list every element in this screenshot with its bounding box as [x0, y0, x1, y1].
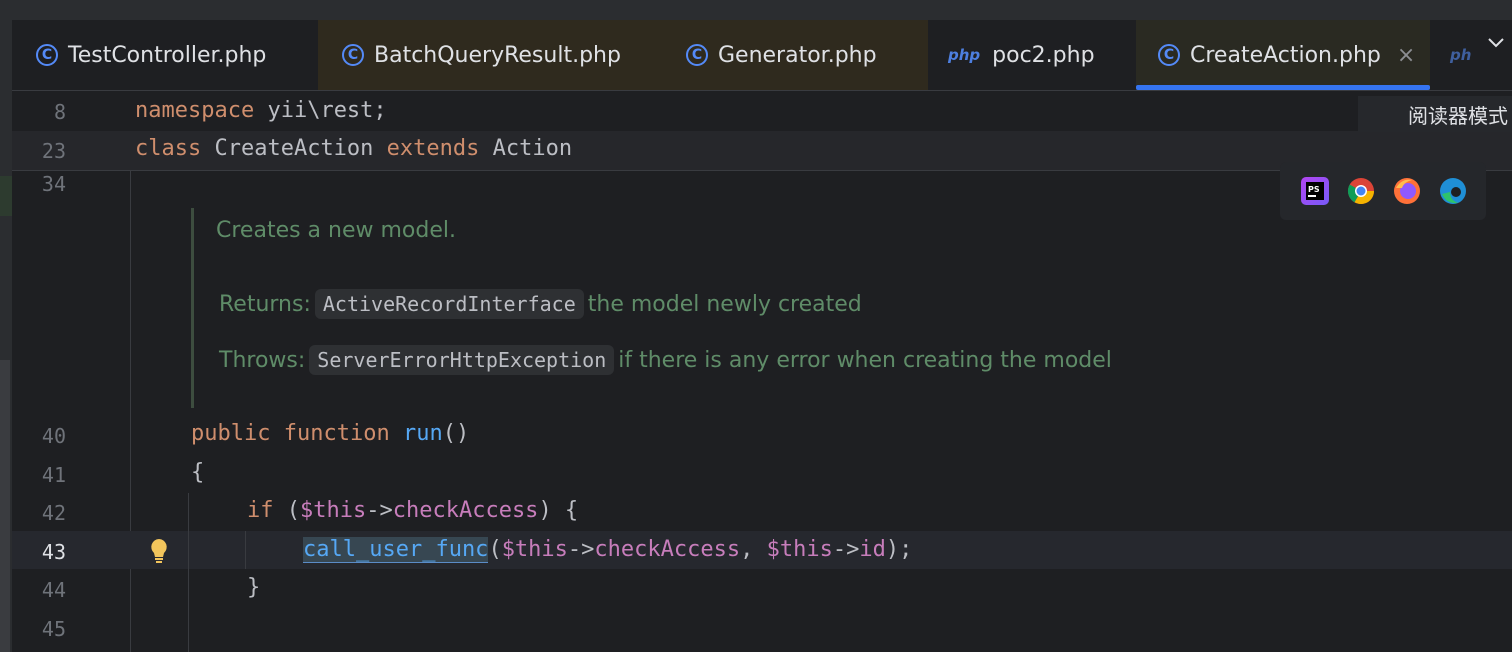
tab-label: poc2.php [992, 42, 1095, 68]
doc-summary: Creates a new model. [216, 218, 456, 243]
lightbulb-icon[interactable] [148, 537, 170, 571]
class-icon: C [1158, 44, 1180, 66]
line-number: 45 [41, 617, 66, 641]
return-type-chip[interactable]: ActiveRecordInterface [314, 289, 584, 319]
rendered-doc-comment: Creates a new model. Returns: ActiveRecor… [191, 208, 1194, 408]
change-marker [0, 176, 12, 216]
browser-preview-toolbar: PS [1280, 162, 1486, 220]
phpstorm-icon[interactable]: PS [1300, 176, 1330, 206]
reader-mode-button[interactable]: 阅读器模式 [1358, 96, 1512, 132]
indent-guide [245, 531, 246, 569]
tab-testcontroller[interactable]: C TestController.php [12, 20, 318, 90]
function-name: run [402, 421, 443, 446]
arrow: -> [567, 537, 595, 562]
namespace-line[interactable]: namespace yii\rest; [135, 98, 387, 123]
left-scrollbar[interactable] [0, 360, 10, 652]
code-line-40[interactable]: public function run() [191, 421, 469, 446]
line-number: 34 [41, 172, 66, 196]
parent-class: Action [479, 136, 573, 161]
doc-returns: Returns: ActiveRecordInterface the model n… [219, 289, 862, 319]
chevron-down-icon[interactable] [1486, 32, 1510, 56]
line-number: 23 [41, 139, 66, 163]
throws-label: Throws: [219, 348, 306, 373]
paren: ( [273, 498, 300, 523]
code-line-43[interactable]: call_user_func($this->checkAccess, $this… [303, 537, 913, 563]
code-line-41[interactable]: { [191, 460, 204, 485]
line-number: 42 [41, 501, 66, 525]
edge-icon[interactable] [1438, 176, 1468, 206]
arrow: -> [366, 498, 393, 523]
php-file-icon: php [948, 46, 981, 64]
line-number: 8 [53, 100, 66, 124]
line-number: 44 [41, 578, 66, 602]
property: id [859, 537, 886, 562]
keyword: extends [386, 136, 480, 161]
tab-batchqueryresult[interactable]: C BatchQueryResult.php [318, 20, 664, 90]
function-call[interactable]: call_user_func [303, 537, 489, 563]
svg-text:PS: PS [1308, 185, 1320, 194]
variable: $this [766, 537, 833, 562]
window-top-strip [0, 0, 1512, 20]
keyword: function [283, 421, 390, 446]
variable: $this [300, 498, 367, 523]
throws-description: if there is any error when creating the … [618, 348, 1112, 373]
doc-throws: Throws: ServerErrorHttpException if there … [219, 345, 1112, 375]
statement-end: ); [885, 537, 913, 562]
tab-label: BatchQueryResult.php [374, 42, 621, 68]
tab-generator[interactable]: C Generator.php [664, 20, 928, 90]
variable: $this [501, 537, 568, 562]
parens: () [442, 421, 470, 446]
tab-createaction[interactable]: C CreateAction.php × [1136, 20, 1430, 90]
class-icon: C [686, 44, 708, 66]
php-file-icon: ph [1450, 46, 1472, 64]
gutter-separator [130, 170, 131, 652]
chrome-icon[interactable] [1346, 176, 1376, 206]
class-icon: C [342, 44, 364, 66]
firefox-icon[interactable] [1392, 176, 1422, 206]
code-line-42[interactable]: if ($this->checkAccess) { [247, 498, 578, 523]
property: checkAccess [594, 537, 741, 562]
comma: , [740, 537, 767, 562]
keyword: public [191, 421, 271, 446]
tab-overflow-php[interactable]: ph [1430, 20, 1480, 90]
close-tab-icon[interactable]: × [1397, 43, 1415, 68]
namespace-path: yii\rest; [254, 98, 387, 123]
class-icon: C [36, 44, 58, 66]
class-line[interactable]: class CreateAction extends Action [135, 136, 572, 161]
paren: ( [488, 537, 502, 562]
sticky-lines-panel: 8 namespace yii\rest; 23 class CreateAct… [12, 92, 1512, 171]
tab-label: TestController.php [68, 42, 267, 68]
class-name: CreateAction [201, 136, 387, 161]
tab-poc2[interactable]: php poc2.php [928, 20, 1136, 90]
returns-label: Returns: [219, 292, 311, 317]
tab-label: Generator.php [718, 42, 877, 68]
property: checkAccess [392, 498, 539, 523]
keyword: namespace [135, 98, 255, 123]
arrow: -> [832, 537, 860, 562]
keyword: class [135, 136, 202, 161]
active-tab-indicator [1136, 85, 1430, 90]
indent-guide [188, 493, 189, 652]
keyword: if [247, 498, 274, 523]
paren-brace: ) { [538, 498, 579, 523]
line-number: 40 [41, 424, 66, 448]
editor-tab-bar: C TestController.php C BatchQueryResult.… [12, 20, 1512, 91]
exception-type-chip[interactable]: ServerErrorHttpException [309, 345, 615, 375]
line-number: 41 [41, 463, 66, 487]
line-number-current: 43 [41, 540, 66, 564]
returns-description: the model newly created [587, 292, 862, 317]
code-line-44[interactable]: } [247, 575, 260, 600]
tab-label: CreateAction.php [1190, 42, 1381, 68]
